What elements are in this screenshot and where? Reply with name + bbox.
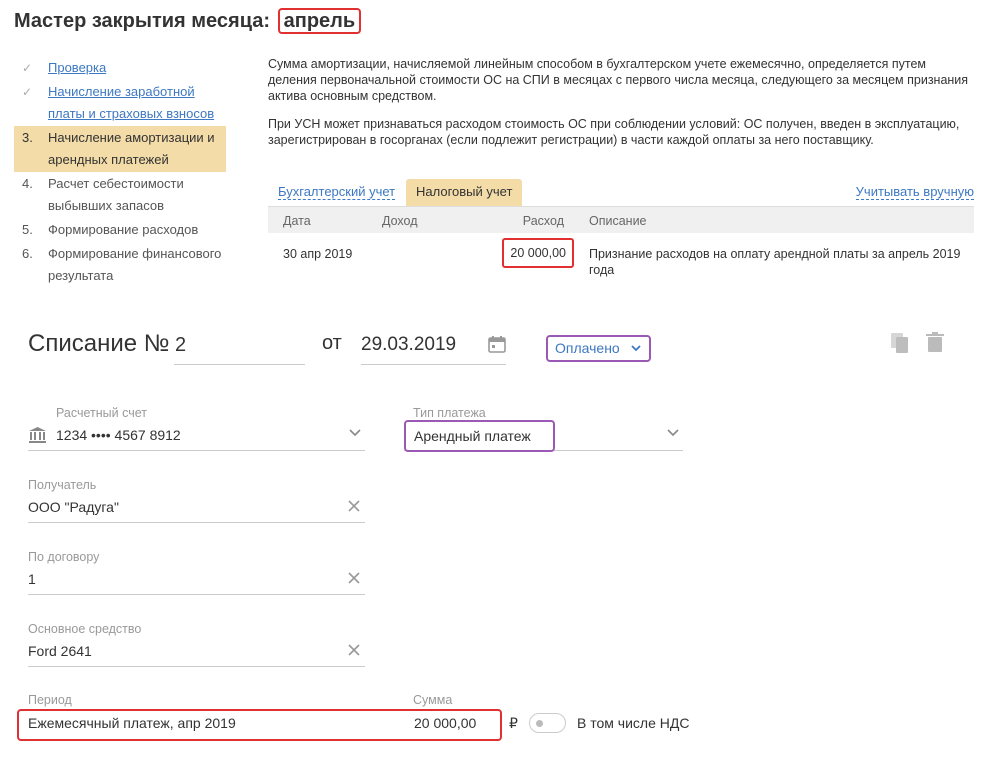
chevron-down-icon [631,345,641,352]
table-row: 30 апр 2019 20 000,00 Признание расходов… [268,233,974,281]
period-input[interactable]: Ежемесячный платеж, апр 2019 [28,715,236,731]
doc-title: Списание № [28,330,170,357]
recipient-value: ООО "Радуга" [28,499,119,515]
tax-table: Дата Доход Расход Описание 30 апр 2019 2… [268,206,974,281]
row-expense: 20 000,00 [502,238,574,268]
chevron-down-icon[interactable] [667,429,679,437]
row-date: 30 апр 2019 [283,247,353,261]
step-depreciation-line2: арендных платежей [48,152,169,167]
info-paragraph-2: При УСН может признаваться расходом стои… [268,117,960,147]
chevron-down-icon[interactable] [349,429,361,437]
asset-field[interactable]: Основное средство Ford 2641 [28,622,365,667]
step-result: 6. Формирование финансового результата [14,242,226,288]
step-cost-line2: выбывших запасов [48,198,164,213]
step-cost-line1: Расчет себестоимости [48,176,184,191]
payment-type-field[interactable]: Тип платежа Арендный платеж [404,406,683,452]
account-value: 1234 •••• 4567 8912 [56,427,181,443]
month-badge: апрель [277,8,362,34]
page-title: Мастер закрытия месяца: апрель [14,8,362,34]
vat-toggle[interactable] [529,713,566,733]
step-salary-link[interactable]: Начисление заработной платы и страховых в… [48,84,214,121]
asset-label: Основное средство [28,622,142,636]
recipient-label: Получатель [28,478,97,492]
doc-number-input[interactable]: 2 [174,330,305,365]
recipient-field[interactable]: Получатель ООО "Радуга" [28,478,365,523]
step-number: 3. [22,130,33,145]
page-title-text: Мастер закрытия месяца: [14,10,271,32]
contract-value: 1 [28,571,36,587]
step-result-line2: результата [48,268,114,283]
bank-icon [29,427,46,443]
step-number: 5. [22,222,33,237]
contract-field[interactable]: По договору 1 [28,550,365,595]
step-salary[interactable]: ✓ Начисление заработной платы и страховых… [14,80,226,126]
step-check[interactable]: ✓ Проверка [14,56,226,80]
tab-accounting[interactable]: Бухгалтерский учет [268,179,405,206]
step-number: 4. [22,176,33,191]
payment-type-label: Тип платежа [413,406,486,420]
period-label: Период [28,693,72,707]
info-text: Сумма амортизации, начисляемой линейным … [268,56,974,160]
doc-date-input[interactable]: 29.03.2019 [361,330,506,365]
account-field[interactable]: Расчетный счет 1234 •••• 4567 8912 [28,406,365,451]
step-number: 6. [22,246,33,261]
header-expense: Расход [522,214,564,228]
calendar-icon[interactable] [488,335,506,353]
check-icon: ✓ [22,85,33,99]
header-date: Дата [283,214,311,228]
check-icon: ✓ [22,61,33,75]
trash-icon[interactable] [925,331,945,353]
close-icon[interactable] [347,571,361,585]
sum-label: Сумма [413,693,453,707]
table-header: Дата Доход Расход Описание [268,206,974,233]
expense-amount-box: 20 000,00 [502,238,574,268]
from-label: от [322,332,342,354]
account-label: Расчетный счет [56,406,147,420]
close-icon[interactable] [347,643,361,657]
copy-icon[interactable] [890,332,910,354]
step-expenses: 5. Формирование расходов [14,218,226,242]
wizard-steps: ✓ Проверка ✓ Начисление заработной платы … [14,56,226,288]
currency-label: ₽ [509,715,518,731]
sum-input[interactable]: 20 000,00 [414,715,476,731]
row-description: Признание расходов на оплату арендной пл… [589,247,961,277]
doc-date-value: 29.03.2019 [361,334,457,355]
contract-label: По договору [28,550,100,564]
info-paragraph-1: Сумма амортизации, начисляемой линейным … [268,57,969,103]
step-result-line1: Формирование финансового [48,246,222,261]
asset-value: Ford 2641 [28,643,92,659]
vat-label: В том числе НДС [577,715,690,731]
status-label: Оплачено [555,340,620,356]
accounting-tabs: Бухгалтерский учет Налоговый учет Учитыв… [268,179,974,206]
header-income: Доход [382,214,418,228]
step-cost: 4. Расчет себестоимости выбывших запасов [14,172,226,218]
manual-link-label: Учитывать вручную [855,184,974,200]
tab-tax[interactable]: Налоговый учет [406,179,523,206]
close-icon[interactable] [347,499,361,513]
tab-accounting-label: Бухгалтерский учет [278,184,396,200]
step-salary-line2: платы и страховых взносов [48,106,215,121]
toggle-knob [536,720,543,727]
manual-link[interactable]: Учитывать вручную [846,179,974,206]
step-depreciation[interactable]: 3. Начисление амортизации и арендных плат… [14,126,226,172]
status-dropdown[interactable]: Оплачено [546,335,651,362]
step-expenses-label: Формирование расходов [48,222,199,237]
step-salary-line1: Начисление заработной [48,84,195,99]
step-depreciation-line1: Начисление амортизации и [48,130,215,145]
header-description: Описание [589,214,647,228]
payment-type-value: Арендный платеж [404,420,555,452]
step-check-link[interactable]: Проверка [48,60,106,75]
